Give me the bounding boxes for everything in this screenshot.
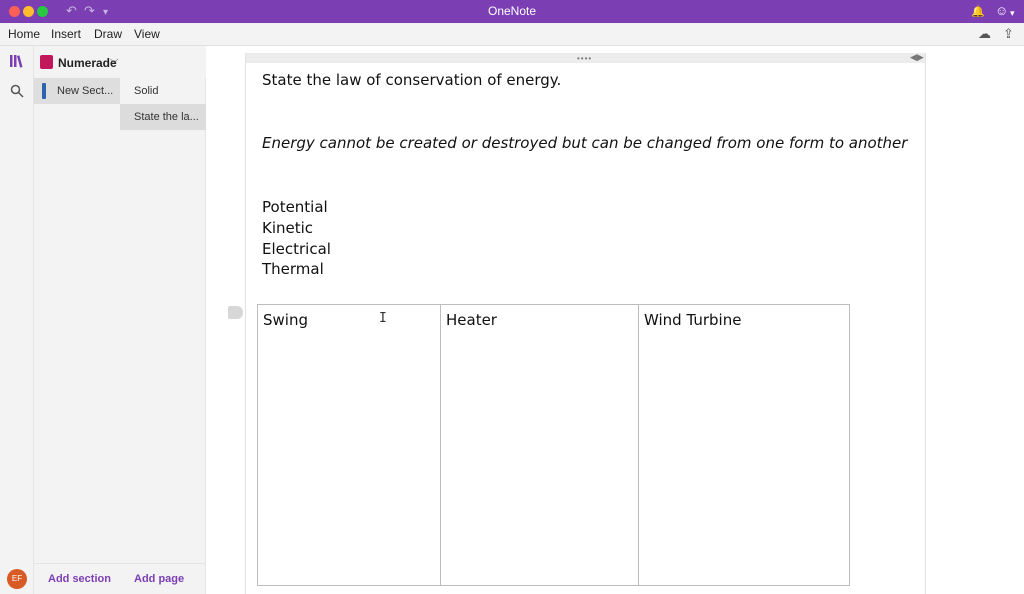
note-answer[interactable]: Energy cannot be created or destroyed bu… (262, 134, 907, 152)
menu-draw[interactable]: Draw (94, 27, 122, 41)
energy-type-item[interactable]: Potential (262, 198, 328, 216)
note-question[interactable]: State the law of conservation of energy. (262, 71, 561, 89)
chevron-down-icon[interactable]: ▾ (1010, 5, 1015, 21)
notebooks-icon[interactable] (8, 53, 26, 71)
share-icon[interactable]: ⇪ (1003, 26, 1014, 42)
energy-type-item[interactable]: Thermal (262, 260, 324, 278)
notebook-selector[interactable]: Numerade ⌵ (34, 46, 206, 78)
sections-pane (34, 46, 120, 594)
paragraph-handle-icon[interactable] (228, 306, 243, 319)
page-label: State the la... (134, 111, 199, 123)
chevron-down-icon: ⌵ (110, 54, 119, 66)
table-header-heater: Heater (446, 311, 497, 329)
section-color-tab (42, 83, 46, 99)
notebook-icon (40, 55, 53, 69)
add-section-button[interactable]: Add section (48, 573, 111, 585)
table-header-wind-turbine: Wind Turbine (644, 311, 742, 329)
add-page-button[interactable]: Add page (134, 573, 184, 585)
energy-type-item[interactable]: Electrical (262, 240, 331, 258)
smiley-icon[interactable]: ☺ (995, 3, 1008, 19)
nav-rail: EF (0, 46, 34, 594)
menu-home[interactable]: Home (8, 27, 40, 41)
note-table: Swing Heater Wind Turbine (257, 304, 850, 586)
menu-view[interactable]: View (134, 27, 160, 41)
page-label: Solid (134, 85, 159, 97)
bell-icon[interactable]: 🔔 (971, 4, 985, 20)
pane-toggle-icon[interactable]: ◀▶ (910, 52, 924, 63)
drag-handle-icon[interactable]: •••• (577, 55, 592, 63)
window-title: OneNote (487, 4, 537, 18)
pages-pane (120, 78, 206, 594)
text-cursor-icon: I (379, 311, 387, 326)
page-item[interactable]: Solid (120, 78, 206, 104)
table-cell[interactable]: Heater (440, 304, 639, 586)
avatar[interactable]: EF (7, 569, 27, 589)
table-row: Swing Heater Wind Turbine (257, 304, 850, 586)
menu-insert[interactable]: Insert (51, 27, 81, 41)
table-cell[interactable]: Wind Turbine (638, 304, 850, 586)
notebook-name: Numerade (58, 56, 117, 70)
search-icon[interactable] (8, 84, 26, 102)
section-item[interactable]: New Sect... (34, 78, 120, 104)
title-bar: ↶ ↷ ▾ OneNote 🔔 ☺ ▾ (0, 0, 1024, 23)
page-item-active[interactable]: State the la... (120, 104, 206, 130)
menu-bar: Home Insert Draw View ☁ ⇪ (0, 23, 1024, 46)
divider (34, 563, 206, 564)
energy-type-item[interactable]: Kinetic (262, 219, 313, 237)
table-header-swing: Swing (263, 311, 308, 329)
section-label: New Sect... (57, 85, 114, 97)
table-cell[interactable]: Swing (257, 304, 441, 586)
sync-status-icon[interactable]: ☁ (978, 26, 991, 42)
